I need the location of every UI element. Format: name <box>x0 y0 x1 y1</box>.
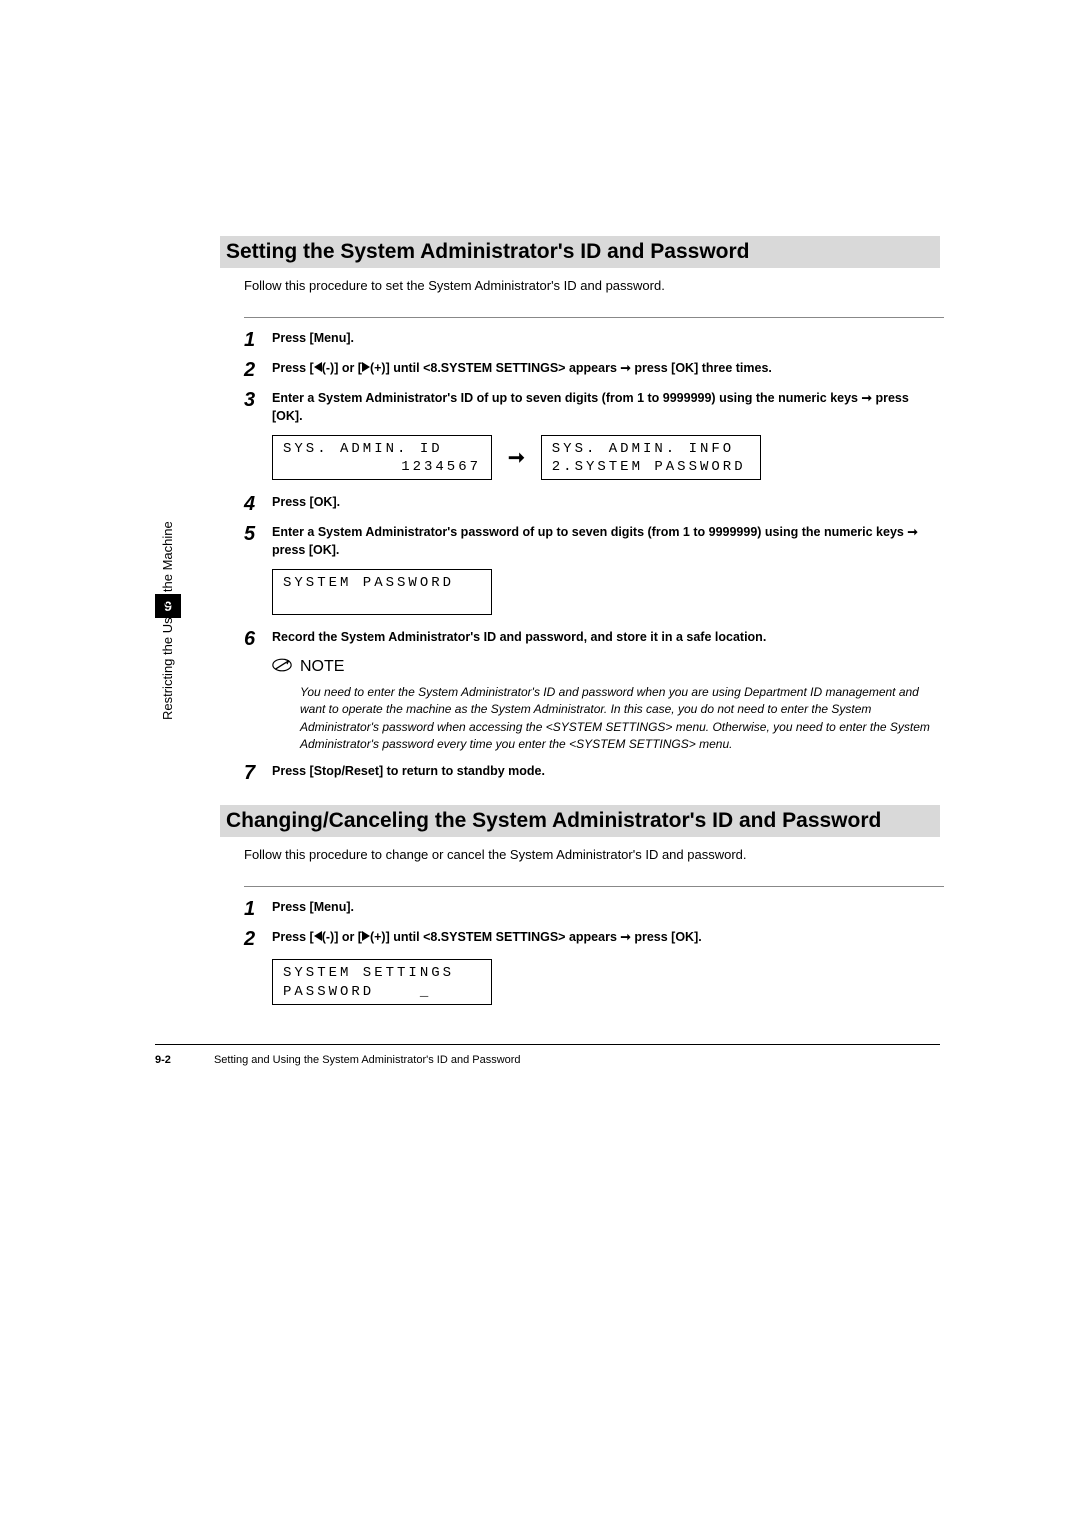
side-chapter-label: Restricting the Use of the Machine <box>160 521 175 720</box>
step-text: Press [Stop/Reset] to return to standby … <box>272 763 940 783</box>
page-number: 9-2 <box>155 1054 171 1066</box>
section1-intro: Follow this procedure to set the System … <box>244 278 940 293</box>
text: Press [ <box>272 930 314 944</box>
step-5: 5 Enter a System Administrator's passwor… <box>244 524 940 559</box>
step-text: Press [ (-)] or [ (+)] until <8.SYSTEM SET… <box>272 929 940 949</box>
footer-title: Setting and Using the System Administrat… <box>214 1054 521 1066</box>
lcd-row: SYS. ADMIN. ID 1234567 ➞ SYS. ADMIN. INF… <box>272 435 940 480</box>
text: (-)] or [ <box>322 930 362 944</box>
lcd-line: SYSTEM PASSWORD <box>283 574 481 592</box>
step-text: Press [OK]. <box>272 494 940 514</box>
page-content: Setting the System Administrator's ID an… <box>220 236 940 1019</box>
triangle-left-icon <box>314 929 322 947</box>
arrow-icon: ➞ <box>508 445 525 470</box>
lcd-line: SYS. ADMIN. ID <box>283 440 481 458</box>
step-number: 1 <box>244 330 272 350</box>
step-number: 5 <box>244 524 272 559</box>
note-icon <box>272 657 292 678</box>
step-number: 7 <box>244 763 272 783</box>
step-1b: 1 Press [Menu]. <box>244 899 940 919</box>
triangle-right-icon <box>362 929 370 947</box>
lcd-row: SYSTEM SETTINGS PASSWORD _ <box>272 959 940 1004</box>
step-number: 3 <box>244 390 272 425</box>
step-text: Record the System Administrator's ID and… <box>272 629 940 649</box>
lcd-line: PASSWORD _ <box>283 983 481 1001</box>
lcd-display: SYS. ADMIN. INFO 2.SYSTEM PASSWORD <box>541 435 761 480</box>
note-block: NOTE You need to enter the System Admini… <box>272 657 940 754</box>
step-text: Enter a System Administrator's password … <box>272 524 940 559</box>
lcd-display: SYS. ADMIN. ID 1234567 <box>272 435 492 480</box>
text: press [OK]. <box>631 930 702 944</box>
step-number: 1 <box>244 899 272 919</box>
lcd-line: 2.SYSTEM PASSWORD <box>552 458 750 476</box>
step-7: 7 Press [Stop/Reset] to return to standb… <box>244 763 940 783</box>
step-number: 4 <box>244 494 272 514</box>
text: (-)] or [ <box>322 361 362 375</box>
section-title-changing: Changing/Canceling the System Administra… <box>220 805 940 837</box>
lcd-line: SYSTEM SETTINGS <box>283 964 481 982</box>
text: Enter a System Administrator's ID of up … <box>272 391 861 405</box>
text: press [OK]. <box>272 543 339 557</box>
step-2: 2 Press [ (-)] or [ (+)] until <8.SYSTEM S… <box>244 360 940 380</box>
step-1: 1 Press [Menu]. <box>244 330 940 350</box>
lcd-display: SYSTEM PASSWORD <box>272 569 492 614</box>
divider <box>244 317 944 318</box>
triangle-right-icon <box>362 360 370 378</box>
section-title-setting: Setting the System Administrator's ID an… <box>220 236 940 268</box>
step-4: 4 Press [OK]. <box>244 494 940 514</box>
step-text: Press [Menu]. <box>272 330 940 350</box>
lcd-line: SYS. ADMIN. INFO <box>552 440 750 458</box>
arrow-icon: ➞ <box>620 361 630 375</box>
note-text: You need to enter the System Administrat… <box>272 684 940 754</box>
arrow-icon: ➞ <box>907 525 917 539</box>
step-text: Press [Menu]. <box>272 899 940 919</box>
footer-rule <box>155 1044 940 1045</box>
step-number: 6 <box>244 629 272 649</box>
triangle-left-icon <box>314 360 322 378</box>
text: (+)] until <8.SYSTEM SETTINGS> appears <box>370 930 620 944</box>
lcd-row: SYSTEM PASSWORD <box>272 569 940 614</box>
footer: 9-2 Setting and Using the System Adminis… <box>155 1054 521 1066</box>
step-3: 3 Enter a System Administrator's ID of u… <box>244 390 940 425</box>
step-text: Enter a System Administrator's ID of up … <box>272 390 940 425</box>
text: (+)] until <8.SYSTEM SETTINGS> appears <box>370 361 620 375</box>
text: Press [ <box>272 361 314 375</box>
arrow-icon: ➞ <box>620 930 630 944</box>
step-number: 2 <box>244 929 272 949</box>
divider <box>244 886 944 887</box>
note-label: NOTE <box>300 658 344 676</box>
step-number: 2 <box>244 360 272 380</box>
text: press [OK] three times. <box>631 361 772 375</box>
step-6: 6 Record the System Administrator's ID a… <box>244 629 940 649</box>
lcd-line <box>283 593 481 611</box>
lcd-line: 1234567 <box>283 458 481 476</box>
text: Enter a System Administrator's password … <box>272 525 907 539</box>
section2-intro: Follow this procedure to change or cance… <box>244 847 940 862</box>
lcd-display: SYSTEM SETTINGS PASSWORD _ <box>272 959 492 1004</box>
step-2b: 2 Press [ (-)] or [ (+)] until <8.SYSTEM S… <box>244 929 940 949</box>
note-header: NOTE <box>272 657 940 678</box>
arrow-icon: ➞ <box>861 391 871 405</box>
step-text: Press [ (-)] or [ (+)] until <8.SYSTEM SET… <box>272 360 940 380</box>
